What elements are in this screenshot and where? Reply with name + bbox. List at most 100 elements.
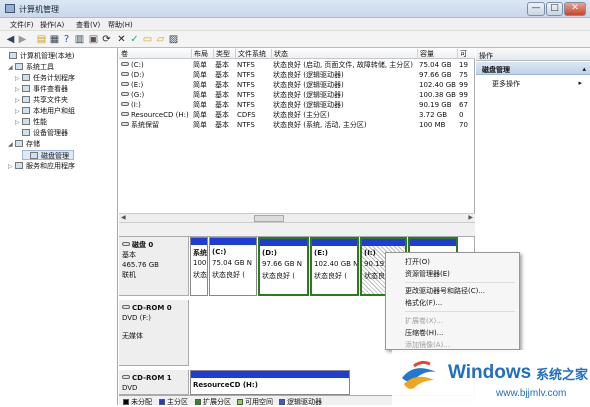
disk-management-icon (30, 152, 38, 159)
partition-d[interactable]: (D:) 97.66 GB N 状态良好 ( (258, 237, 309, 296)
help-icon[interactable]: ? (61, 34, 72, 45)
menu-item-format[interactable]: 格式化(F)... (405, 298, 442, 308)
close-button[interactable]: ✕ (564, 2, 586, 16)
delete-icon[interactable]: ✕ (116, 34, 127, 45)
expand-arrow-icon[interactable]: ▷ (15, 74, 22, 84)
check-icon[interactable]: ✓ (129, 34, 140, 45)
disk-0-status: 联机 (122, 271, 136, 279)
tree-node-storage[interactable]: ◢ 存储 (8, 139, 40, 149)
volume-row[interactable]: (D:) 简单 基本 NTFS 状态良好 (逻辑驱动器) 97.66 GB 75 (119, 70, 475, 80)
volume-row[interactable]: (E:) 简单 基本 NTFS 状态良好 (逻辑驱动器) 102.40 GB 99 (119, 80, 475, 90)
expand-arrow-icon[interactable]: ▷ (8, 162, 15, 172)
minimize-button[interactable]: — (527, 2, 545, 16)
menu-item-shrink-volume[interactable]: 压缩卷(H)... (405, 328, 443, 338)
partition-resourcecd[interactable]: ResourceCD (H:) (190, 370, 350, 395)
navigation-tree: 计算机管理(本地) ◢ 系统工具 ▷ 任务计划程序 ▷ 事件查看器 ▷ 共享文件夹 ▷ 本… (0, 48, 118, 405)
collapse-arrow-icon[interactable]: ◢ (8, 63, 15, 73)
volume-row[interactable]: (G:) 简单 基本 NTFS 状态良好 (逻辑驱动器) 100.38 GB 99 (119, 90, 475, 100)
col-free[interactable]: 可 (457, 49, 475, 59)
cell-free: 67 (459, 101, 468, 109)
col-filesystem[interactable]: 文件系统 (235, 49, 271, 59)
tree-node-services-apps[interactable]: ▷ 服务和应用程序 (8, 161, 75, 171)
volume-row[interactable]: (I:) 简单 基本 NTFS 状态良好 (逻辑驱动器) 90.19 GB 67 (119, 100, 475, 110)
disk-0-label[interactable]: 磁盘 0 基本 465.76 GB 联机 (119, 237, 189, 296)
col-type[interactable]: 类型 (213, 49, 235, 59)
partition-e[interactable]: (E:) 102.40 GB N 状态良好 ( (310, 237, 359, 296)
cell-free: 70 (459, 121, 468, 129)
partition-size: 75.04 GB N (212, 259, 252, 267)
scroll-thumb[interactable] (254, 215, 284, 222)
menu-view[interactable]: 查看(V) (76, 20, 100, 30)
maximize-button[interactable]: □ (546, 2, 563, 16)
legend-primary: 主分区 (159, 397, 188, 407)
export-icon[interactable]: ▱ (155, 34, 166, 45)
expand-arrow-icon[interactable]: ▷ (15, 118, 22, 128)
tree-node-disk-management[interactable]: 磁盘管理 (22, 150, 74, 160)
tree-label: 性能 (33, 118, 47, 126)
forward-icon[interactable]: ▶ (17, 34, 28, 45)
menu-help[interactable]: 帮助(H) (108, 20, 133, 30)
view-icon[interactable]: ▨ (168, 34, 179, 45)
tree-node-device-manager[interactable]: 设备管理器 (15, 128, 68, 138)
submenu-arrow-icon[interactable]: ▸ (578, 79, 582, 87)
cell-free: 75 (459, 71, 468, 79)
col-volume[interactable]: 卷 (119, 49, 191, 59)
expand-arrow-icon[interactable]: ▷ (15, 85, 22, 95)
tree-node-shared-folders[interactable]: ▷ 共享文件夹 (15, 95, 68, 105)
menu-item-extend-volume: 扩展卷(X)... (405, 317, 443, 325)
watermark: Windows 系统之家 www.bjjmlv.com (392, 350, 590, 405)
cdrom-1-label[interactable]: CD-ROM 1 DVD (119, 370, 189, 395)
tools-icon (15, 63, 23, 70)
col-capacity[interactable]: 容量 (417, 49, 457, 59)
cell-layout: 简单 (193, 91, 207, 99)
collapse-arrow-icon[interactable]: ◢ (8, 140, 15, 150)
tree-node-task-scheduler[interactable]: ▷ 任务计划程序 (15, 73, 75, 83)
tree-label: 计算机管理(本地) (20, 52, 75, 60)
horizontal-scrollbar[interactable]: ◀ ▶ (119, 213, 475, 223)
refresh-icon[interactable]: ⟳ (101, 34, 112, 45)
scroll-left-icon[interactable]: ◀ (121, 214, 126, 221)
partition-system-reserved[interactable]: 系统 100 状态 (190, 237, 208, 296)
cdrom-1-type: DVD (122, 384, 138, 392)
tree-node-performance[interactable]: ▷ 性能 (15, 117, 47, 127)
cell-layout: 简单 (193, 121, 207, 129)
volume-row[interactable]: ResourceCD (H:) 简单 基本 CDFS 状态良好 (主分区) 3.72 GB… (119, 110, 475, 120)
cell-capacity: 90.19 GB (419, 101, 452, 109)
col-layout[interactable]: 布局 (191, 49, 213, 59)
menu-item-open[interactable]: 打开(O) (405, 257, 430, 267)
properties-icon[interactable]: ▥ (74, 34, 85, 45)
partition-c[interactable]: (C:) 75.04 GB N 状态良好 ( (209, 237, 257, 296)
menu-action[interactable]: 操作(A) (40, 20, 64, 30)
back-icon[interactable]: ◀ (5, 34, 16, 45)
more-actions[interactable]: 更多操作 (492, 79, 520, 89)
menu-item-explorer[interactable]: 资源管理器(E) (405, 269, 450, 279)
up-folder-icon[interactable]: ▤ (36, 34, 47, 45)
tree-node-local-users[interactable]: ▷ 本地用户和组 (15, 106, 75, 116)
actions-section-disk-management[interactable]: 磁盘管理 ▴ (476, 62, 590, 75)
cell-status: 状态良好 (逻辑驱动器) (273, 101, 344, 109)
show-hide-tree-icon[interactable]: ▦ (49, 34, 60, 45)
tree-node-computer-management[interactable]: 计算机管理(本地) (2, 51, 74, 61)
cell-layout: 简单 (193, 111, 207, 119)
tree-node-system-tools[interactable]: ◢ 系统工具 (8, 62, 54, 72)
cell-type: 基本 (215, 111, 229, 119)
collapse-arrow-icon[interactable]: ▴ (582, 65, 586, 73)
menu-item-change-drive-letter[interactable]: 更改驱动器号和路径(C)... (405, 286, 485, 296)
settings-icon[interactable]: ▣ (88, 34, 99, 45)
expand-arrow-icon[interactable]: ▷ (15, 96, 22, 106)
menu-file[interactable]: 文件(F) (10, 20, 34, 30)
volume-row[interactable]: (C:) 简单 基本 NTFS 状态良好 (启动, 页面文件, 故障转储, 主分区) 75… (119, 60, 475, 70)
col-status[interactable]: 状态 (271, 49, 417, 59)
scroll-right-icon[interactable]: ▶ (468, 214, 473, 221)
cdrom-0-label[interactable]: CD-ROM 0 DVD (F:) 无媒体 (119, 300, 189, 366)
open-folder-icon[interactable]: ▭ (142, 34, 153, 45)
partition-name: (E:) (314, 249, 328, 257)
expand-arrow-icon[interactable]: ▷ (15, 107, 22, 117)
cell-layout: 简单 (193, 81, 207, 89)
volume-row[interactable]: 系统保留 简单 基本 NTFS 状态良好 (系统, 活动, 主分区) 100 MB 70 (119, 120, 475, 130)
cell-volume: (D:) (119, 70, 191, 80)
cell-type: 基本 (215, 71, 229, 79)
tree-node-event-viewer[interactable]: ▷ 事件查看器 (15, 84, 68, 94)
pane-splitter[interactable] (119, 223, 475, 237)
menu-separator (405, 311, 515, 312)
